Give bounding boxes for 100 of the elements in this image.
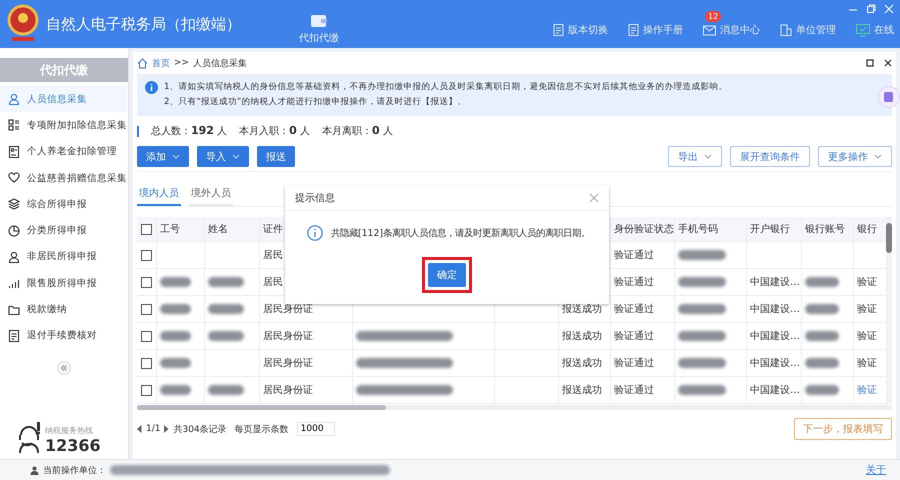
prev-page-icon[interactable] bbox=[137, 425, 142, 433]
toolbar-button[interactable]: 导入 bbox=[197, 146, 249, 167]
table-cell-text: 居民 bbox=[263, 249, 283, 262]
table-cell-text: 中国建设… bbox=[750, 330, 800, 343]
hotline-number: 12366 bbox=[45, 436, 101, 455]
redacted-block bbox=[678, 250, 726, 260]
info-icon bbox=[145, 81, 158, 94]
sidebar-item[interactable]: 人员信息采集 bbox=[0, 86, 127, 112]
close-icon[interactable] bbox=[884, 59, 892, 67]
notice-text: 1、请如实填写纳税人的身份信息等基础资料，不再办理扣缴申报的人员及时采集离职日期，避免因信息不实对后续其他业务的办理造成影响。 bbox=[164, 80, 728, 94]
table-cell-text: 验证通过 bbox=[614, 356, 654, 370]
column-header: 证件 bbox=[263, 223, 283, 236]
redacted-block bbox=[805, 331, 839, 341]
redacted-block bbox=[160, 331, 191, 341]
vertical-scrollbar[interactable] bbox=[886, 217, 892, 404]
toolbar-button[interactable]: 添加 bbox=[137, 146, 189, 167]
stat-text: 本月离职：0 人 bbox=[322, 124, 393, 138]
table-cell-text: 居民 bbox=[263, 276, 283, 289]
row-checkbox[interactable] bbox=[141, 384, 152, 396]
dialog-message: 共隐藏[112]条离职人员信息，请及时更新离职人员的离职日期。 bbox=[331, 226, 590, 240]
header-action[interactable]: 在线 bbox=[856, 23, 894, 37]
row-checkbox[interactable] bbox=[141, 304, 152, 314]
sidebar-item[interactable]: 退付手续费核对 bbox=[0, 322, 127, 349]
table-cell-text: 验证通过 bbox=[614, 330, 654, 343]
redacted-block bbox=[805, 304, 839, 314]
redacted-block bbox=[678, 277, 726, 287]
select-all-checkbox[interactable] bbox=[141, 224, 152, 234]
redacted-block bbox=[160, 277, 191, 287]
row-checkbox[interactable] bbox=[141, 358, 152, 368]
table-cell-text: 中国建设… bbox=[750, 276, 800, 289]
table-cell-text: 报送成功 bbox=[562, 384, 602, 397]
row-checkbox[interactable] bbox=[141, 330, 152, 342]
collapse-icon[interactable] bbox=[57, 360, 71, 375]
sidebar-item[interactable]: 个人养老金扣除管理 bbox=[0, 138, 127, 165]
breadcrumb-separator: >> bbox=[174, 58, 190, 68]
tab[interactable]: 境外人员 bbox=[189, 182, 233, 206]
layers-icon bbox=[8, 198, 20, 210]
verify-link[interactable]: 验证 bbox=[857, 383, 877, 397]
sidebar-item[interactable]: 公益慈善捐赠信息采集 bbox=[0, 164, 127, 192]
toolbar-button[interactable]: 导出 bbox=[668, 146, 722, 167]
restore-icon[interactable] bbox=[866, 4, 876, 14]
toolbar-button[interactable]: 展开查询条件 bbox=[730, 146, 810, 167]
next-page-icon[interactable] bbox=[164, 425, 170, 433]
horizontal-scrollbar[interactable] bbox=[137, 405, 892, 410]
sidebar-item[interactable]: 分类所得申报 bbox=[0, 217, 127, 244]
table-cell-text: 验证通过 bbox=[614, 276, 654, 289]
redacted-block bbox=[160, 385, 191, 395]
column-header: 银行账号 bbox=[805, 222, 845, 236]
next-step-button[interactable]: 下一步，报表填写 bbox=[794, 418, 892, 440]
toolbar-button[interactable]: 更多操作 bbox=[818, 146, 892, 167]
row-checkbox[interactable] bbox=[141, 250, 152, 260]
caret-icon bbox=[874, 154, 882, 159]
maximize-icon[interactable] bbox=[866, 59, 874, 67]
redacted-block bbox=[160, 304, 191, 314]
person-icon bbox=[30, 466, 39, 474]
redacted-block bbox=[208, 331, 244, 341]
building-icon bbox=[780, 24, 792, 36]
table-cell-text: 居民身份证 bbox=[263, 384, 313, 397]
redacted-block bbox=[678, 331, 726, 341]
breadcrumb-link[interactable]: 首页 bbox=[152, 56, 170, 70]
unread-badge: 12 bbox=[705, 11, 722, 22]
redacted-block bbox=[208, 277, 244, 287]
column-header: 银行 bbox=[857, 223, 877, 236]
column-header: 身份验证状态 bbox=[614, 222, 674, 236]
sidebar-item[interactable]: 限售股所得申报 bbox=[0, 270, 127, 296]
redacted-block bbox=[208, 385, 244, 395]
column-header: 开户银行 bbox=[750, 222, 790, 236]
sidebar-item[interactable]: 非居民所得申报 bbox=[0, 244, 127, 270]
table-cell-text: 居民身份证 bbox=[263, 330, 313, 343]
notice-text: 2、只有“报送成功”的纳税人才能进行扣缴申报操作，请及时进行【报送】。 bbox=[164, 96, 468, 109]
header-action[interactable]: 版本切换 bbox=[553, 23, 608, 37]
module-tab[interactable]: 代扣代缴 bbox=[299, 12, 339, 44]
table-cell-text: 中国建设… bbox=[750, 356, 800, 370]
row-checkbox[interactable] bbox=[141, 276, 152, 288]
tab[interactable]: 境内人员 bbox=[137, 182, 181, 206]
header-action[interactable]: 单位管理 bbox=[780, 23, 836, 37]
record-count: 共304条记录 bbox=[173, 424, 227, 436]
document-icon bbox=[628, 24, 639, 36]
table-cell-text: 验证 bbox=[857, 276, 877, 289]
hotline-label: 纳税服务热线 bbox=[45, 425, 94, 436]
toolbar-button[interactable]: 报送 bbox=[257, 146, 295, 167]
table-cell-text: 验证 bbox=[857, 357, 877, 370]
headset-person-icon bbox=[16, 421, 42, 455]
caret-icon bbox=[172, 154, 180, 159]
sidebar-item[interactable]: 综合所得申报 bbox=[0, 191, 127, 218]
table-cell-text: 验证 bbox=[857, 303, 877, 316]
table-cell-text: 报送成功 bbox=[562, 303, 602, 316]
sidebar-item[interactable]: 税款缴纳 bbox=[0, 296, 127, 323]
envelope-icon bbox=[703, 24, 716, 36]
sidebar-item[interactable]: 专项附加扣除信息采集 bbox=[0, 112, 127, 139]
assistant-icon[interactable] bbox=[878, 86, 900, 108]
pie-icon bbox=[8, 224, 20, 237]
redacted-block bbox=[805, 385, 839, 395]
page-size-field[interactable]: 1000 bbox=[296, 422, 335, 436]
redacted-block bbox=[805, 358, 839, 368]
about-link[interactable]: 关于 bbox=[866, 463, 886, 477]
confirm-button[interactable]: 确定 bbox=[428, 263, 466, 287]
person-icon bbox=[8, 93, 20, 106]
header-action[interactable]: 操作手册 bbox=[628, 23, 683, 37]
table-cell-text: 居民身份证 bbox=[263, 303, 313, 316]
